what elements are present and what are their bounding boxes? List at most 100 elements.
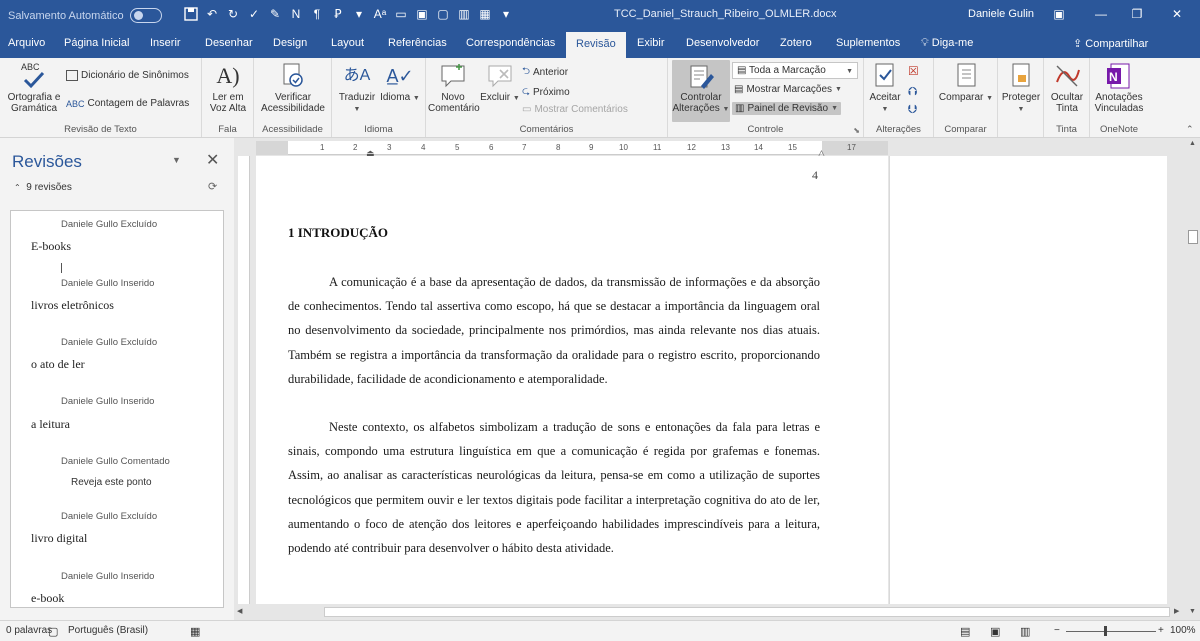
- pane-options-icon[interactable]: ▼: [172, 155, 181, 165]
- horizontal-scroll-thumb[interactable]: [324, 607, 1170, 617]
- show-comments-button[interactable]: ▭ Mostrar Comentários: [522, 104, 628, 115]
- tab-design[interactable]: Design: [273, 37, 307, 49]
- styles-icon[interactable]: Ꝑ: [331, 6, 345, 23]
- tab-exibir[interactable]: Exibir: [637, 37, 665, 49]
- delete-comment-button[interactable]: Excluir ▼: [480, 62, 520, 104]
- accept-button[interactable]: Aceitar ▼: [866, 62, 904, 115]
- tracking-dialog-launcher-icon[interactable]: ⬊: [853, 126, 860, 135]
- read-mode-icon[interactable]: ▤: [960, 625, 970, 638]
- revision-text[interactable]: livro digital: [31, 531, 87, 546]
- refresh-icon[interactable]: ⟳: [208, 180, 217, 193]
- protect-button[interactable]: Proteger ▼: [1000, 62, 1042, 115]
- spelling-grammar-button[interactable]: ABC Ortografia e Gramática: [4, 62, 64, 114]
- document-page[interactable]: 4 1 INTRODUÇÃO A comunicação é a base da…: [256, 156, 888, 604]
- revision-text[interactable]: livros eletrônicos: [31, 298, 114, 313]
- print-layout-icon[interactable]: ▣: [990, 625, 1000, 638]
- previous-change-icon[interactable]: ⮉: [908, 84, 917, 99]
- tab-suplementos[interactable]: Suplementos: [836, 37, 900, 49]
- word-count-status[interactable]: 0 palavras: [6, 625, 52, 636]
- language-button[interactable]: A̲✓ Idioma ▼: [378, 62, 422, 104]
- read-aloud-button[interactable]: A︎) Ler em Voz Alta: [208, 62, 248, 114]
- zoom-out-icon[interactable]: −: [1054, 625, 1060, 636]
- columns-icon[interactable]: ▥: [457, 6, 471, 23]
- tab-desenhar[interactable]: Desenhar: [205, 37, 253, 49]
- tab-inserir[interactable]: Inserir: [150, 37, 181, 49]
- maximize-icon[interactable]: ❐: [1126, 4, 1148, 24]
- macro-recording-icon[interactable]: ▦: [190, 625, 200, 638]
- tab-desenvolvedor[interactable]: Desenvolvedor: [686, 37, 759, 49]
- tab-revisao[interactable]: Revisão: [566, 32, 626, 58]
- check-accessibility-button[interactable]: Verificar Acessibilidade: [258, 62, 328, 114]
- autosave[interactable]: Salvamento Automático: [8, 8, 162, 23]
- close-icon[interactable]: ✕: [1166, 4, 1188, 24]
- pilcrow-icon[interactable]: ¶: [310, 6, 324, 23]
- track-changes-button[interactable]: Controlar Alterações ▼: [672, 60, 730, 122]
- scroll-down-icon[interactable]: ▼: [1189, 608, 1196, 615]
- scroll-up-icon[interactable]: ▲: [1189, 140, 1196, 147]
- web-layout-icon[interactable]: ▥: [1020, 625, 1030, 638]
- revision-text[interactable]: E-books: [31, 239, 71, 254]
- markup-select[interactable]: ▤ Toda a Marcação ▼: [732, 62, 858, 79]
- next-change-icon[interactable]: ⮋: [908, 102, 917, 117]
- page-icon[interactable]: ▢: [436, 6, 450, 23]
- redo-icon[interactable]: ↻: [226, 6, 240, 23]
- hide-ink-button[interactable]: Ocultar Tinta: [1046, 62, 1088, 114]
- spelling-icon[interactable]: ✓: [247, 6, 261, 23]
- user-name[interactable]: Daniele Gulin: [968, 8, 1034, 20]
- share-button[interactable]: ⇪ Compartilhar: [1073, 37, 1148, 50]
- linked-notes-button[interactable]: N Anotações Vinculadas: [1092, 62, 1146, 114]
- undo-icon[interactable]: ↶: [205, 6, 219, 23]
- new-comment-button[interactable]: Novo Comentário: [428, 62, 480, 114]
- tab-pagina-inicial[interactable]: Página Inicial: [64, 37, 129, 49]
- vertical-ruler[interactable]: [238, 156, 250, 604]
- zoom-slider[interactable]: [1066, 631, 1156, 632]
- paragraph[interactable]: Neste contexto, os alfabetos simbolizam …: [288, 415, 820, 560]
- scroll-left-icon[interactable]: ◀: [237, 607, 242, 615]
- compare-button[interactable]: Comparar ▼: [938, 62, 994, 104]
- proofing-status-icon[interactable]: ▢: [48, 625, 58, 638]
- pane-close-icon[interactable]: ✕: [206, 150, 219, 170]
- section-heading[interactable]: 1 INTRODUÇÃO: [288, 225, 388, 241]
- table-icon[interactable]: ▦: [478, 6, 492, 23]
- scroll-right-icon[interactable]: ▶: [1174, 607, 1179, 615]
- revision-text[interactable]: e-book: [31, 591, 64, 606]
- next-comment-button[interactable]: ⮎ Próximo: [522, 84, 570, 101]
- previous-comment-button[interactable]: ⮌ Anterior: [522, 64, 568, 81]
- zoom-slider-thumb[interactable]: [1104, 626, 1107, 636]
- font-size-icon[interactable]: Aᵃ: [373, 6, 387, 23]
- zoom-in-icon[interactable]: +: [1158, 625, 1164, 636]
- revisions-list[interactable]: Daniele Gullo Excluído E-books Daniele G…: [10, 210, 224, 608]
- paragraph[interactable]: A comunicação é a base da apresentação d…: [288, 270, 820, 391]
- save-icon[interactable]: [184, 6, 198, 23]
- tab-layout[interactable]: Layout: [331, 37, 364, 49]
- thesaurus-button[interactable]: Dicionário de Sinônimos: [66, 70, 189, 81]
- reviewing-pane-button[interactable]: ▥ Painel de Revisão ▼: [732, 102, 841, 115]
- customize-qat-icon[interactable]: ▾: [499, 6, 513, 23]
- revision-text[interactable]: a leitura: [31, 417, 70, 432]
- language-status[interactable]: Português (Brasil): [68, 625, 148, 636]
- new-doc-icon[interactable]: ▭: [394, 6, 408, 23]
- tab-zotero[interactable]: Zotero: [780, 37, 812, 49]
- word-count-button[interactable]: ABC Contagem de Palavras: [66, 98, 189, 109]
- zoom-level[interactable]: 100%: [1170, 625, 1196, 636]
- reject-icon[interactable]: ☒: [908, 64, 919, 78]
- collapse-ribbon-icon[interactable]: ⌃: [1186, 124, 1194, 135]
- vertical-scrollbar[interactable]: ▲ ▼: [1186, 138, 1200, 620]
- paintbrush-icon[interactable]: ✎: [268, 6, 282, 23]
- autosave-toggle[interactable]: [129, 8, 162, 23]
- print-preview-icon[interactable]: ▣: [415, 6, 429, 23]
- minimize-icon[interactable]: —: [1090, 4, 1112, 24]
- horizontal-scrollbar[interactable]: ◀ ▶: [234, 604, 1186, 620]
- show-markup-button[interactable]: ▤ Mostrar Marcações ▼: [734, 84, 842, 95]
- tab-arquivo[interactable]: Arquivo: [8, 37, 45, 49]
- ribbon-display-icon[interactable]: ▣: [1048, 4, 1070, 24]
- tell-me[interactable]: 💡︎ Diga-me: [921, 37, 973, 50]
- tab-referencias[interactable]: Referências: [388, 37, 447, 49]
- tab-correspondencias[interactable]: Correspondências: [466, 37, 555, 49]
- translate-button[interactable]: あA Traduzir ▼: [336, 62, 378, 115]
- vertical-scroll-thumb[interactable]: [1188, 230, 1198, 244]
- bold-n-icon[interactable]: N: [289, 6, 303, 23]
- revision-text[interactable]: o ato de ler: [31, 357, 85, 372]
- dropdown-icon[interactable]: ▾: [352, 6, 366, 23]
- revisions-count[interactable]: ⌃ 9 revisões: [14, 182, 72, 193]
